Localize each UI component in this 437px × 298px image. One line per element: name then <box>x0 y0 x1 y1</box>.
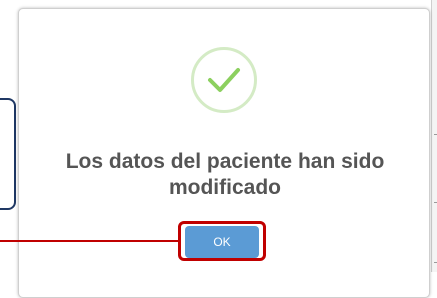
callout-pointer-line <box>0 240 180 242</box>
dialog-message: Los datos del paciente han sido modifica… <box>19 149 431 201</box>
success-check-icon <box>191 47 257 113</box>
background-scrollbar-edge <box>431 0 437 272</box>
ok-button[interactable]: OK <box>185 226 259 258</box>
success-dialog: Los datos del paciente han sido modifica… <box>18 8 430 298</box>
background-panel-left <box>0 98 16 210</box>
dialog-message-line2: modificado <box>168 176 281 199</box>
dialog-message-line1: Los datos del paciente han sido <box>65 150 385 173</box>
